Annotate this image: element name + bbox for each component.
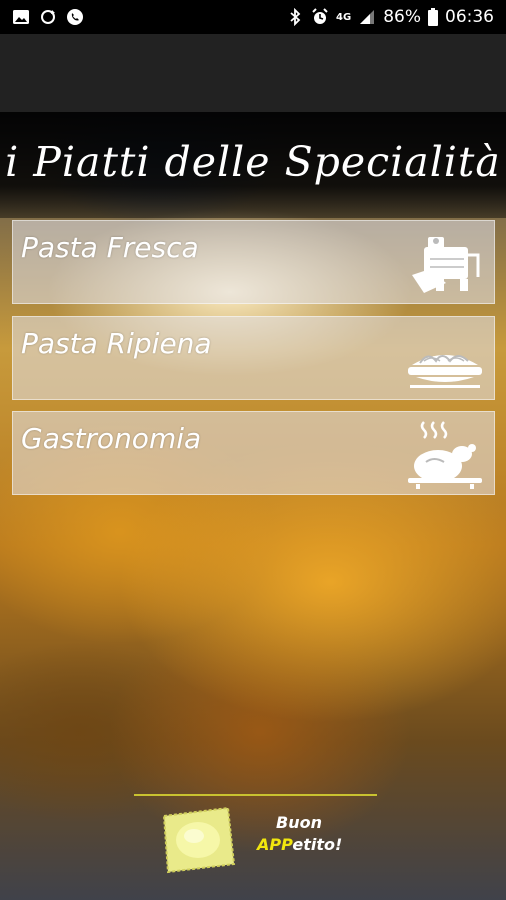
- pasta-plate-icon: [408, 355, 482, 388]
- menu-item-gastronomia[interactable]: Gastronomia: [12, 411, 495, 495]
- roast-chicken-icon: [408, 421, 482, 489]
- slogan: Buon APPetito!: [257, 812, 342, 856]
- whatsapp-icon: [67, 9, 83, 25]
- ravioli-logo: [162, 806, 236, 874]
- slogan-rest: etito!: [292, 835, 343, 854]
- battery-icon: [428, 8, 438, 26]
- footer-divider: [134, 794, 377, 796]
- image-icon: [13, 10, 29, 24]
- signal-icon: [360, 10, 375, 24]
- slogan-line1: Buon: [276, 813, 322, 832]
- app-bar: [0, 34, 506, 112]
- network-type: 4G: [336, 11, 352, 23]
- battery-percent: 86%: [383, 7, 421, 27]
- header: i Piatti delle Specialità: [0, 112, 506, 218]
- sync-icon: [41, 10, 55, 24]
- bluetooth-icon: [290, 8, 301, 26]
- page-title: i Piatti delle Specialità: [5, 138, 501, 186]
- pasta-machine-icon: [412, 237, 480, 293]
- menu-item-pasta-ripiena[interactable]: Pasta Ripiena: [12, 316, 495, 400]
- menu-item-label: Pasta Fresca: [21, 231, 199, 264]
- clock: 06:36: [445, 7, 494, 27]
- menu-item-label: Gastronomia: [21, 422, 202, 455]
- alarm-icon: [312, 8, 328, 24]
- menu-item-label: Pasta Ripiena: [21, 327, 212, 360]
- status-bar: 4G 86% 06:36: [0, 0, 506, 34]
- slogan-app: APP: [257, 835, 293, 854]
- menu-item-pasta-fresca[interactable]: Pasta Fresca: [12, 220, 495, 304]
